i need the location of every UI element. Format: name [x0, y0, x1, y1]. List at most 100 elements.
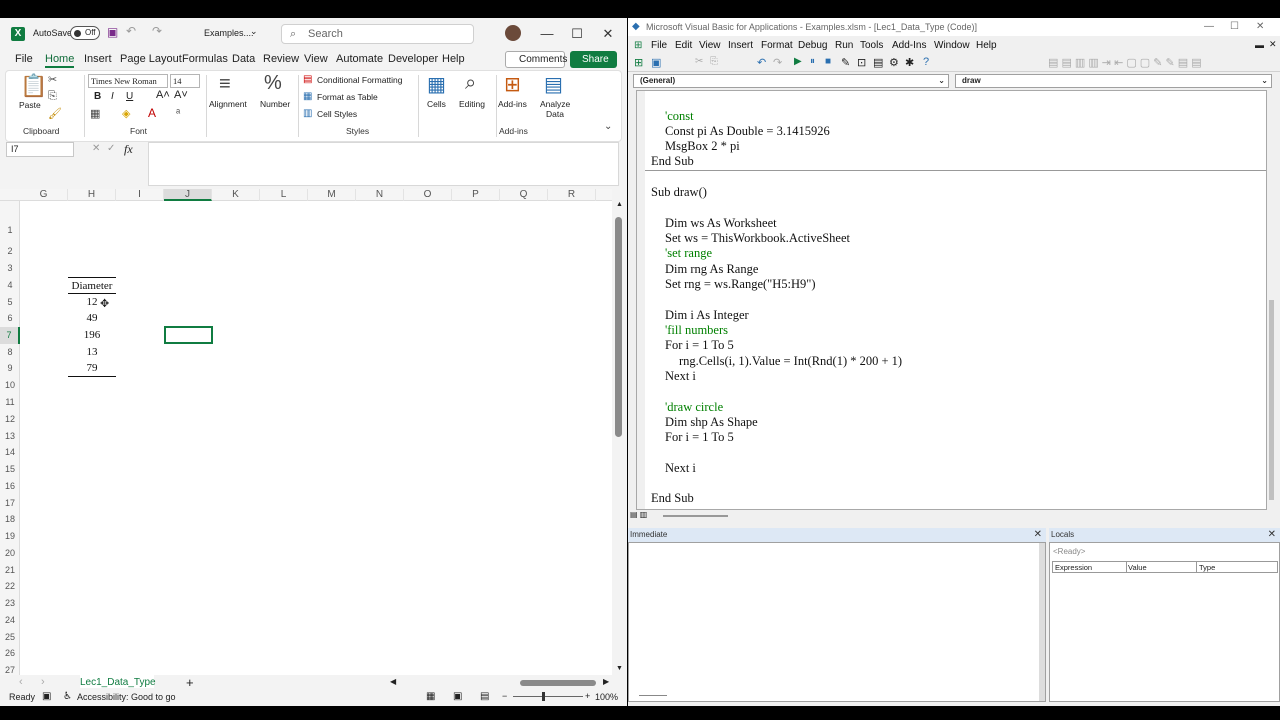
- save-icon[interactable]: ▣: [651, 56, 661, 69]
- help-icon[interactable]: ?: [923, 56, 929, 68]
- column-header[interactable]: H: [68, 189, 116, 201]
- fill-color-icon[interactable]: ◈: [122, 107, 130, 120]
- vba-menu-addins[interactable]: Add-Ins: [892, 40, 926, 51]
- tab-help[interactable]: Help: [442, 53, 465, 65]
- immediate-scrollbar[interactable]: [1039, 543, 1045, 701]
- locals-col-expression[interactable]: Expression: [1055, 563, 1092, 572]
- code-line[interactable]: For i = 1 To 5: [665, 338, 734, 353]
- row-header[interactable]: 21: [0, 562, 20, 579]
- scroll-left-icon[interactable]: ◀: [390, 677, 396, 686]
- row-header[interactable]: 11: [0, 394, 20, 411]
- avatar[interactable]: [505, 25, 521, 41]
- view-toggle-icons[interactable]: ▤ ▥: [630, 510, 647, 519]
- addins-icon[interactable]: ⊞: [504, 72, 521, 97]
- immediate-close-icon[interactable]: ✕: [1034, 528, 1042, 542]
- code-line[interactable]: Dim ws As Worksheet: [665, 216, 777, 231]
- table-cell[interactable]: 196: [68, 327, 116, 344]
- minimize-icon[interactable]: —: [537, 24, 557, 44]
- column-header[interactable]: N: [356, 189, 404, 201]
- zoom-in-icon[interactable]: +: [585, 691, 590, 701]
- table-cell[interactable]: 49: [68, 310, 116, 327]
- row-header[interactable]: 18: [0, 511, 20, 528]
- column-header-selected[interactable]: J: [164, 189, 212, 201]
- row-header[interactable]: 6: [0, 310, 20, 327]
- vba-menu-view[interactable]: View: [699, 40, 721, 51]
- chevron-down-icon[interactable]: ⌄: [250, 26, 258, 37]
- accessibility-status[interactable]: Accessibility: Good to go: [77, 692, 176, 702]
- column-header[interactable]: Q: [500, 189, 548, 201]
- tab-data[interactable]: Data: [232, 53, 255, 65]
- phonetic-icon[interactable]: ᵃ: [176, 107, 180, 119]
- break-icon[interactable]: ⏸: [810, 56, 815, 67]
- vba-menu-tools[interactable]: Tools: [860, 40, 883, 51]
- page-layout-view-icon[interactable]: ▣: [453, 691, 462, 702]
- row-header-selected[interactable]: 7: [0, 327, 20, 344]
- italic-button[interactable]: I: [111, 91, 114, 102]
- font-color-icon[interactable]: A: [148, 106, 156, 120]
- code-line[interactable]: End Sub: [651, 154, 694, 169]
- row-header[interactable]: 13: [0, 428, 20, 445]
- code-line[interactable]: Dim shp As Shape: [665, 415, 758, 430]
- vba-menu-edit[interactable]: Edit: [675, 40, 692, 51]
- copy-icon[interactable]: ⎘: [710, 56, 718, 67]
- undo-icon[interactable]: ↶: [126, 24, 136, 38]
- row-header[interactable]: 2: [0, 243, 20, 260]
- row-header[interactable]: 20: [0, 545, 20, 562]
- code-line[interactable]: 'draw circle: [665, 400, 723, 415]
- undo-icon[interactable]: ↶: [757, 56, 766, 69]
- vba-menu-run[interactable]: Run: [835, 40, 853, 51]
- column-header[interactable]: O: [404, 189, 452, 201]
- vba-close-icon[interactable]: ✕: [1256, 18, 1264, 36]
- row-header[interactable]: 14: [0, 444, 20, 461]
- table-header-diameter[interactable]: Diameter: [68, 277, 116, 294]
- share-button[interactable]: Share: [570, 51, 617, 68]
- code-line[interactable]: For i = 1 To 5: [665, 430, 734, 445]
- properties-icon[interactable]: ▤: [873, 56, 883, 69]
- object-combo[interactable]: (General) ⌄: [633, 74, 949, 88]
- tab-file[interactable]: File: [15, 53, 33, 65]
- code-scroll-thumb[interactable]: [1269, 300, 1274, 500]
- code-line[interactable]: Const pi As Double = 3.1415926: [665, 124, 830, 139]
- editing-icon[interactable]: ⌕: [465, 72, 476, 95]
- analyze-data-icon[interactable]: ▤: [544, 72, 563, 97]
- scroll-down-icon[interactable]: ▼: [616, 665, 623, 672]
- save-icon[interactable]: ▣: [107, 25, 118, 39]
- name-box[interactable]: I7: [6, 142, 74, 157]
- column-header[interactable]: G: [20, 189, 68, 201]
- row-header[interactable]: 4: [0, 277, 20, 294]
- column-header[interactable]: K: [212, 189, 260, 201]
- alignment-label[interactable]: Alignment: [209, 99, 247, 109]
- paste-icon[interactable]: 📋: [20, 73, 47, 99]
- code-line[interactable]: Next i: [665, 461, 696, 476]
- cell-styles-button[interactable]: Cell Styles: [317, 109, 357, 119]
- locals-col-value[interactable]: Value: [1128, 563, 1147, 572]
- row-header[interactable]: 15: [0, 461, 20, 478]
- code-line[interactable]: 'fill numbers: [665, 323, 728, 338]
- paste-label[interactable]: Paste: [19, 100, 41, 110]
- immediate-window[interactable]: [628, 542, 1046, 702]
- decrease-font-icon[interactable]: A˅: [174, 89, 188, 101]
- analyze-data-label-2[interactable]: Data: [546, 109, 564, 119]
- zoom-level[interactable]: 100%: [595, 692, 618, 702]
- file-name[interactable]: Examples....: [204, 28, 254, 38]
- row-header[interactable]: 5: [0, 294, 20, 311]
- underline-button[interactable]: U: [126, 91, 133, 102]
- code-horizontal-scrollbar[interactable]: ▤ ▥: [628, 510, 1280, 522]
- vertical-scrollbar[interactable]: ▲ ▼: [612, 201, 627, 675]
- row-header[interactable]: 23: [0, 595, 20, 612]
- row-header[interactable]: 8: [0, 344, 20, 361]
- vba-menu-help[interactable]: Help: [976, 40, 997, 51]
- run-icon[interactable]: ▶: [794, 56, 802, 67]
- cancel-formula-icon[interactable]: ✕: [92, 143, 100, 154]
- fx-icon[interactable]: fx: [124, 142, 133, 157]
- zoom-slider[interactable]: [513, 696, 583, 697]
- number-format-icon[interactable]: %: [264, 72, 282, 95]
- zoom-out-icon[interactable]: −: [502, 691, 507, 701]
- row-header[interactable]: 1: [0, 222, 20, 239]
- row-header[interactable]: 16: [0, 478, 20, 495]
- prev-sheet-icon[interactable]: ‹: [19, 676, 23, 688]
- analyze-data-label-1[interactable]: Analyze: [540, 99, 570, 109]
- tab-developer[interactable]: Developer: [388, 53, 438, 65]
- column-header[interactable]: M: [308, 189, 356, 201]
- tab-automate[interactable]: Automate: [336, 53, 383, 65]
